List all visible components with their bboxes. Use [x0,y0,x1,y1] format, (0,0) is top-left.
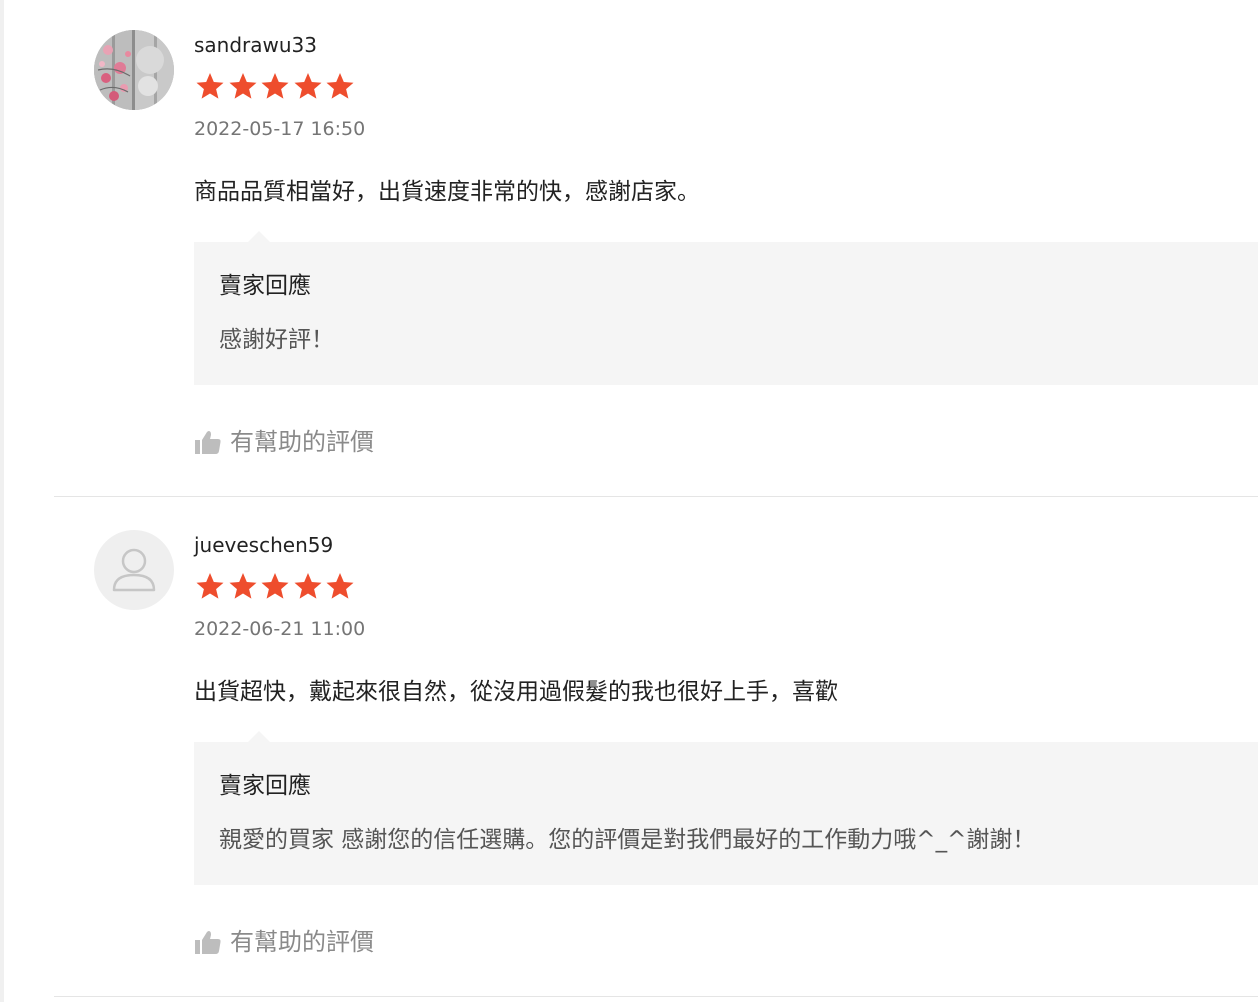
reply-caret [248,231,270,242]
star-icon [294,73,321,99]
helpful-button[interactable]: 有幫助的評價 [194,424,374,460]
review-item: jueveschen59 2022-06-21 11:00 出貨超快，戴起來很自… [54,500,1258,997]
helpful-label: 有幫助的評價 [230,928,374,956]
thumbs-up-icon [195,431,221,454]
review-timestamp: 2022-06-21 11:00 [194,618,366,640]
seller-reply: 賣家回應 感謝好評！ [194,231,1258,385]
thumbs-up-icon [195,931,221,954]
star-icon [229,573,256,599]
review-comment: 出貨超快，戴起來很自然，從沒用過假髮的我也很好上手，喜歡 [194,679,838,705]
review-comment: 商品品質相當好，出貨速度非常的快，感謝店家。 [194,179,700,205]
default-user-icon [112,548,156,592]
seller-reply-text: 親愛的買家 感謝您的信任選購。您的評價是對我們最好的工作動力哦^_^謝謝！ [219,827,1036,853]
left-edge-divider [0,0,4,1002]
review-timestamp: 2022-05-17 16:50 [194,118,366,140]
star-icon [261,73,289,99]
star-icon [261,573,289,599]
reviews-page: sandrawu33 2022-05-17 16:50 商品品質相當好，出貨速度… [0,0,1258,1002]
review-username: jueveschen59 [194,533,334,557]
reply-caret [248,731,270,742]
helpful-button[interactable]: 有幫助的評價 [194,924,374,960]
review-username: sandrawu33 [194,33,318,57]
star-icon [196,73,224,99]
star-icon [326,573,354,599]
profile-photo-icon [94,30,174,110]
seller-reply-title: 賣家回應 [219,273,311,299]
seller-reply: 賣家回應 親愛的買家 感謝您的信任選購。您的評價是對我們最好的工作動力哦^_^謝… [194,731,1258,885]
star-rating [194,70,357,102]
star-icon [229,73,256,99]
star-icon [196,573,224,599]
star-icon [294,573,321,599]
user-avatar[interactable] [94,530,174,610]
star-rating [194,570,357,602]
seller-reply-text: 感謝好評！ [219,327,334,353]
seller-reply-title: 賣家回應 [219,773,311,799]
review-item: sandrawu33 2022-05-17 16:50 商品品質相當好，出貨速度… [54,0,1258,497]
star-icon [326,73,354,99]
user-avatar[interactable] [94,30,174,110]
helpful-label: 有幫助的評價 [230,428,374,456]
